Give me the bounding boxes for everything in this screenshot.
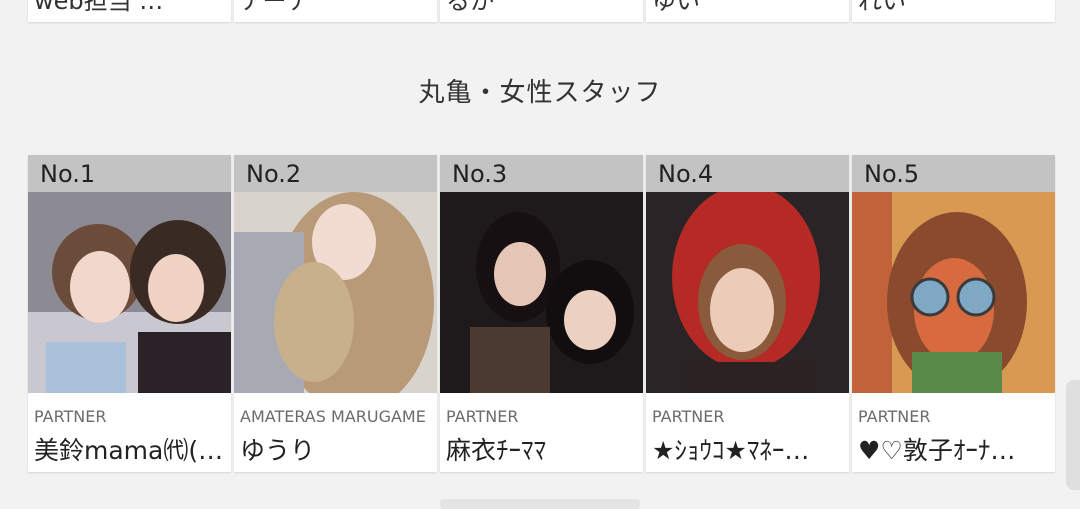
staff-name[interactable]: 美鈴mama㈹(… (34, 431, 226, 467)
staff-card-rank-4[interactable]: No.4 PARTNER ★ｼｮｳｺ★ﾏﾈｰ… (646, 155, 849, 472)
staff-photo[interactable] (28, 192, 231, 393)
staff-photo[interactable] (440, 192, 643, 393)
rank-label: No.1 (28, 155, 231, 192)
staff-name[interactable]: ゆうり (240, 431, 432, 467)
staff-photo[interactable] (646, 192, 849, 393)
portrait-photo-icon (28, 192, 231, 393)
previous-staff-card[interactable]: るか (440, 0, 643, 22)
portrait-photo-icon (234, 192, 437, 393)
staff-name[interactable]: ★ｼｮｳｺ★ﾏﾈｰ… (652, 431, 844, 467)
previous-staff-card[interactable]: ゆい (646, 0, 849, 22)
scroll-indicator[interactable] (1066, 380, 1080, 490)
previous-staff-name: アーチ (240, 0, 311, 15)
staff-card-rank-5[interactable]: No.5 PARTNER ♥♡敦子ｵｰﾅ… (852, 155, 1055, 472)
previous-staff-name: ゆい (652, 0, 700, 15)
staff-photo[interactable] (852, 192, 1055, 393)
staff-card-rank-1[interactable]: No.1 PARTNER 美鈴mama㈹(… (28, 155, 231, 472)
section-title: 丸亀・女性スタッフ (418, 78, 662, 108)
previous-staff-card[interactable]: れい (852, 0, 1055, 22)
portrait-photo-icon (852, 192, 1055, 393)
staff-card-rank-3[interactable]: No.3 PARTNER 麻衣ﾁｰﾏﾏ (440, 155, 643, 472)
staff-role: PARTNER (858, 407, 931, 426)
rank-label: No.2 (234, 155, 437, 192)
staff-name[interactable]: ♥♡敦子ｵｰﾅ… (858, 431, 1050, 467)
portrait-photo-icon (646, 192, 849, 393)
previous-staff-card[interactable]: アーチ (234, 0, 437, 22)
previous-staff-name: web担当 … (34, 0, 164, 15)
rank-label: No.4 (646, 155, 849, 192)
staff-ranking-list: No.1 PARTNER 美鈴mama㈹(… No.2 AMATERAS MAR… (28, 155, 1055, 472)
previous-staff-row: web担当 … アーチ るか ゆい れい (28, 0, 1055, 22)
previous-staff-name: るか (446, 0, 494, 15)
rank-label: No.3 (440, 155, 643, 192)
next-section-edge (440, 499, 640, 509)
staff-role: PARTNER (34, 407, 107, 426)
staff-card-rank-2[interactable]: No.2 AMATERAS MARUGAME ゆうり (234, 155, 437, 472)
staff-photo[interactable] (234, 192, 437, 393)
previous-staff-card[interactable]: web担当 … (28, 0, 231, 22)
rank-label: No.5 (852, 155, 1055, 192)
staff-role: PARTNER (652, 407, 725, 426)
previous-staff-name: れい (858, 0, 906, 15)
staff-role: AMATERAS MARUGAME (240, 407, 426, 426)
staff-role: PARTNER (446, 407, 519, 426)
portrait-photo-icon (440, 192, 643, 393)
staff-name[interactable]: 麻衣ﾁｰﾏﾏ (446, 431, 638, 467)
